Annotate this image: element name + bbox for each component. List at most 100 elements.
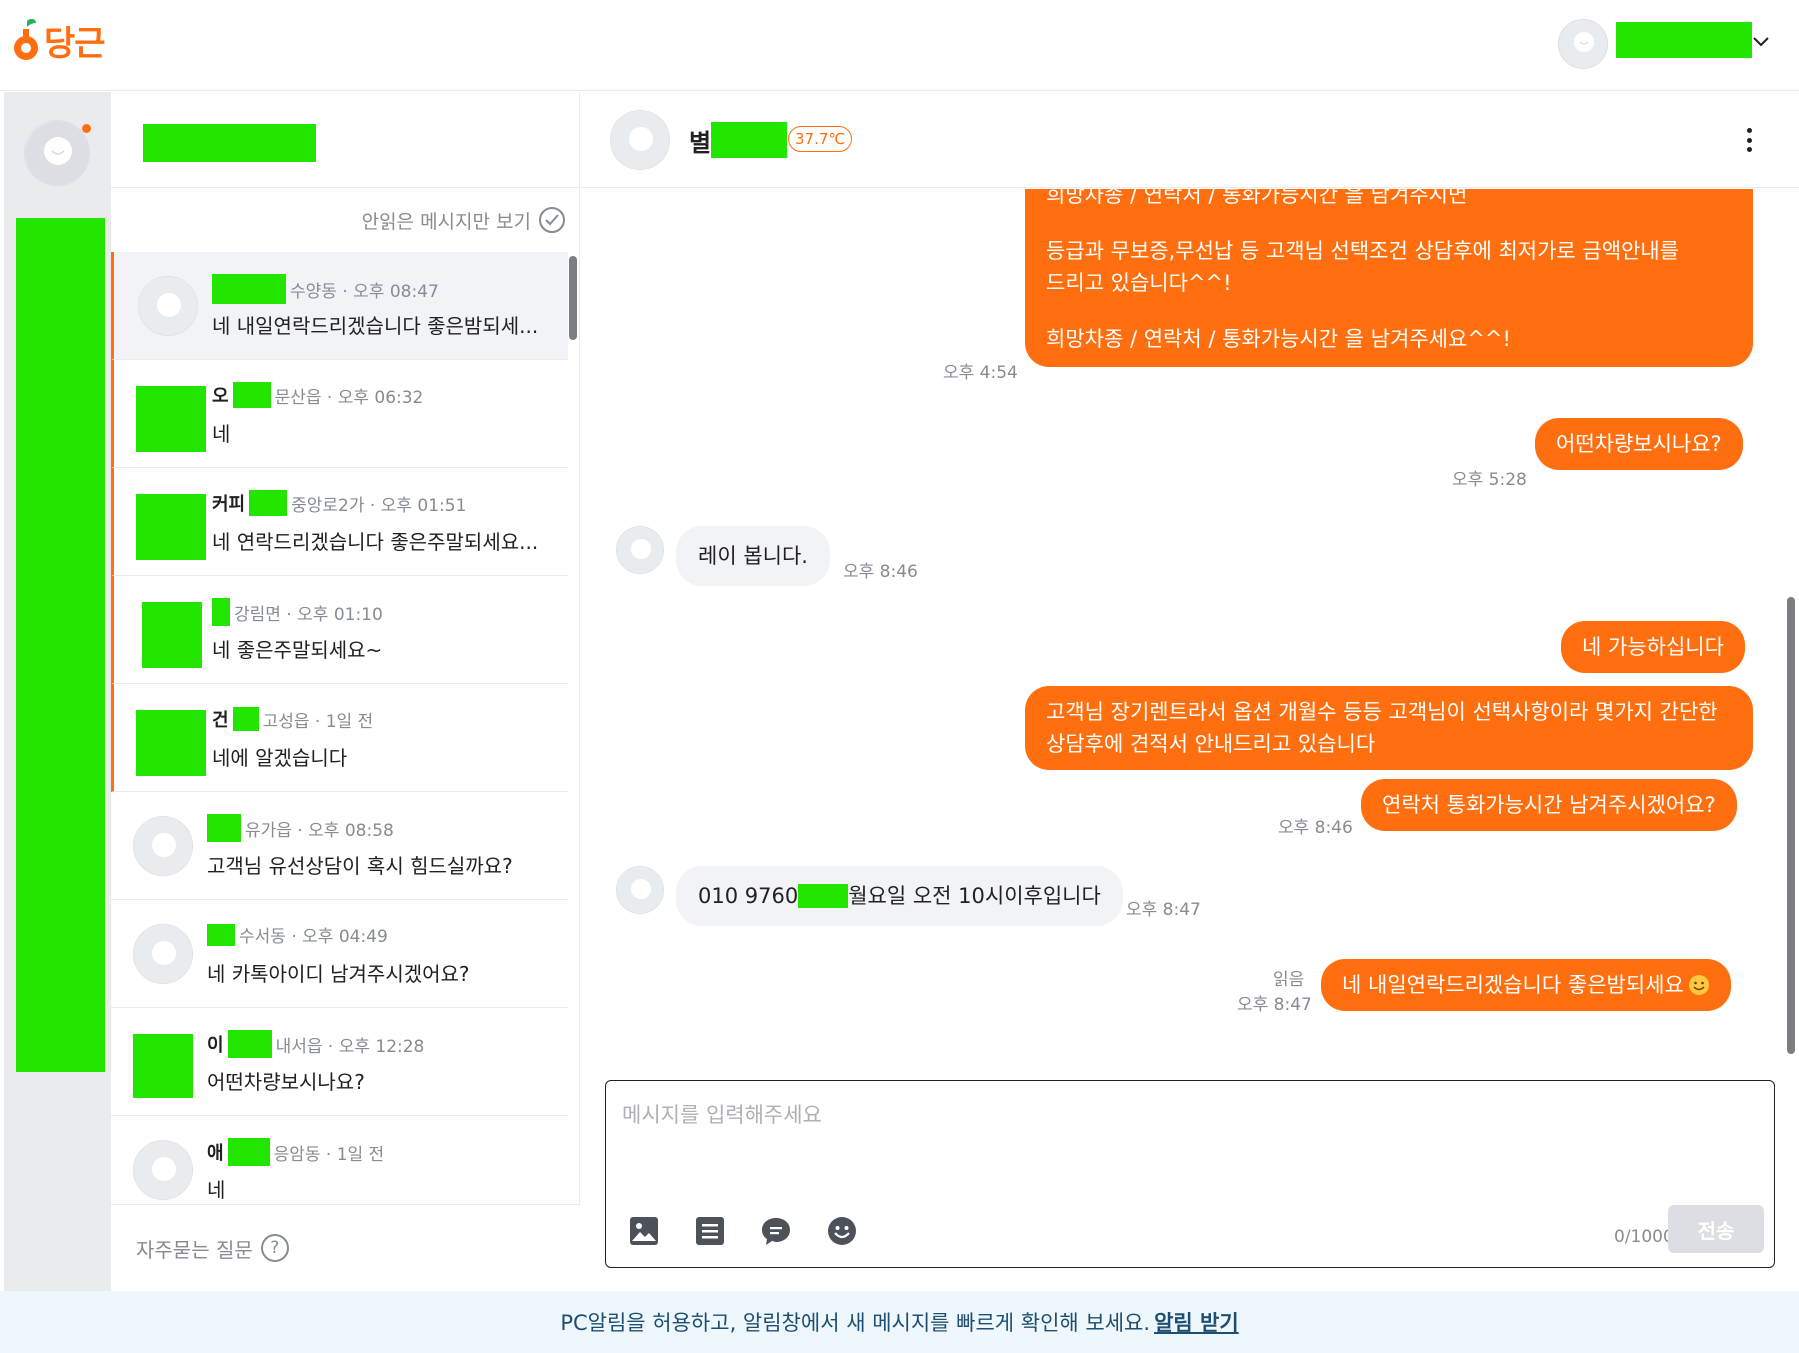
message-time: 오후 8:47 (1237, 995, 1312, 1015)
chat-list-panel: 안읽은 메시지만 보기 수양동 · 오후 08:47 네 내일연락드리겠습니다 … (111, 92, 580, 1291)
message-text: 등급과 무보증,무선납 등 고객님 선택조건 상담후에 최저가로 금액안내를 (1046, 239, 1679, 263)
chat-preview: 네 연락드리겠습니다 좋은주말되세요... (212, 530, 539, 554)
send-button[interactable]: 전송 (1668, 1205, 1764, 1253)
emoji-icon[interactable] (826, 1215, 858, 1247)
logo[interactable]: 당근 (12, 16, 106, 65)
chat-list-item[interactable]: 유가읍 · 오후 08:58 고객님 유선상담이 혹시 힘드실까요? (111, 792, 568, 900)
message-incoming: 레이 봅니다. (676, 526, 830, 586)
message-text: 희망차종 / 연락처 / 통화가능시간 을 남겨주시면 (1046, 189, 1468, 207)
image-icon[interactable] (628, 1215, 660, 1247)
message-time: 오후 8:47 (1126, 900, 1201, 920)
chat-bubble-icon[interactable] (760, 1215, 792, 1247)
notification-dot (82, 124, 91, 133)
chat-list-item[interactable]: 오 문산읍 · 오후 06:32 네 (111, 360, 568, 468)
chat-meta: 수서동 · 오후 04:49 (239, 927, 388, 947)
enable-notifications-link[interactable]: 알림 받기 (1154, 1307, 1239, 1337)
message-time: 오후 8:46 (1278, 818, 1353, 838)
message-text: 고객님 장기렌트라서 옵션 개월수 등등 고객님이 선택사항이라 몇가지 간단한… (1046, 700, 1718, 756)
message-text: 네 내일연락드리겠습니다 좋은밤되세요 (1342, 973, 1684, 997)
chat-name: 오 (212, 386, 229, 407)
chat-list-item[interactable]: 강림면 · 오후 01:10 네 좋은주말되세요~ (111, 576, 568, 684)
name-redacted (207, 923, 235, 946)
template-list-icon[interactable] (694, 1215, 726, 1247)
carrot-icon (12, 17, 40, 65)
unread-filter-label: 안읽은 메시지만 보기 (361, 210, 531, 233)
chat-list-item[interactable]: 수서동 · 오후 04:49 네 카톡아이디 남겨주시겠어요? (111, 900, 568, 1008)
manner-temperature-badge: 37.7℃ (788, 126, 853, 152)
chat-name: 건 (212, 710, 229, 731)
chat-preview: 고객님 유선상담이 혹시 힘드실까요? (207, 854, 513, 878)
message-outgoing: 네 가능하십니다 (1561, 621, 1745, 673)
chat-list[interactable]: 수양동 · 오후 08:47 네 내일연락드리겠습니다 좋은밤되세... 오 문… (111, 252, 580, 1204)
message-input[interactable] (622, 1099, 1752, 1179)
message-outgoing: 어떤차량보시나요? (1535, 418, 1743, 470)
rail-avatar[interactable] (24, 120, 90, 186)
phone-redacted (798, 884, 849, 908)
message-text: 010 9760 (698, 884, 799, 908)
faq-link[interactable]: 자주묻는 질문 ? (111, 1204, 580, 1291)
chat-name: 애 (207, 1143, 224, 1164)
question-icon: ? (260, 1234, 289, 1262)
chat-preview: 네 내일연락드리겠습니다 좋은밤되세... (212, 314, 539, 338)
partner-name-redacted (711, 122, 788, 158)
message-time: 오후 8:46 (843, 562, 918, 582)
chat-list-item[interactable]: 건 고성읍 · 1일 전 네에 알겠습니다 (111, 684, 568, 792)
avatar (138, 276, 198, 336)
faq-label: 자주묻는 질문 (136, 1237, 253, 1262)
profile-name-redacted[interactable] (1616, 22, 1752, 58)
chat-meta: 고성읍 · 1일 전 (262, 711, 374, 732)
avatar-redacted (136, 494, 206, 560)
message-time: 오후 4:54 (943, 363, 1018, 383)
partner-avatar-small (616, 526, 664, 574)
partner-avatar-small (616, 866, 664, 914)
read-receipt: 읽음 (1273, 970, 1305, 990)
avatar (133, 1140, 193, 1200)
profile-avatar[interactable] (1558, 19, 1608, 69)
partner-name-text: 별 (689, 128, 712, 157)
partner-avatar[interactable] (610, 110, 670, 170)
chat-list-item[interactable]: 커피 중앙로2가 · 오후 01:51 네 연락드리겠습니다 좋은주말되세요..… (111, 468, 568, 576)
top-bar: 당근 (0, 0, 1799, 91)
chat-meta: 중앙로2가 · 오후 01:51 (291, 495, 467, 516)
name-redacted (207, 814, 241, 842)
name-redacted (227, 1138, 270, 1166)
avatar-redacted (142, 602, 202, 668)
chat-list-item[interactable]: 이 내서읍 · 오후 12:28 어떤차량보시나요? (111, 1008, 568, 1116)
message-text: 어떤차량보시나요? (1556, 432, 1722, 456)
logo-text: 당근 (44, 24, 106, 64)
message-outgoing: 네 내일연락드리겠습니다 좋은밤되세요 (1321, 959, 1731, 1011)
chat-preview: 네 (212, 422, 231, 446)
composer-tools (628, 1215, 858, 1247)
message-scrollbar[interactable] (1787, 597, 1795, 1054)
user-name-redacted (143, 124, 316, 162)
unread-filter[interactable]: 안읽은 메시지만 보기 (111, 188, 579, 252)
message-list[interactable]: 희망차종 / 연락처 / 통화가능시간 을 남겨주시면 등급과 무보증,무선납 … (581, 189, 1799, 1064)
name-redacted (227, 1030, 272, 1058)
conversation-panel: 별 37.7℃ 희망차종 / 연락처 / 통화가능시간 을 남겨주시면 등급과 … (581, 92, 1799, 1291)
character-counter: 0/1000 (1614, 1227, 1674, 1247)
conversation-header: 별 37.7℃ (581, 92, 1799, 188)
message-incoming: 010 9760 월요일 오전 10시이후입니다 (676, 866, 1123, 926)
chat-meta: 문산읍 · 오후 06:32 (274, 387, 424, 408)
chat-meta: 응암동 · 1일 전 (273, 1144, 385, 1165)
chat-list-item[interactable]: 애 응암동 · 1일 전 네 (111, 1116, 568, 1204)
message-text: 레이 봅니다. (698, 544, 808, 568)
chevron-down-icon[interactable] (1752, 36, 1770, 48)
banner-text: PC알림을 허용하고, 알림창에서 새 메시지를 빠르게 확인해 보세요. (560, 1311, 1151, 1335)
chat-preview: 네에 알겠습니다 (212, 746, 348, 770)
chat-list-scrollbar[interactable] (569, 256, 577, 340)
message-outgoing: 희망차종 / 연락처 / 통화가능시간 을 남겨주시면 등급과 무보증,무선납 … (1025, 189, 1753, 367)
avatar (133, 816, 193, 876)
name-redacted (249, 490, 288, 516)
chat-preview: 네 (207, 1178, 226, 1202)
message-composer: 0/1000 전송 (605, 1080, 1775, 1268)
chat-meta: 내서읍 · 오후 12:28 (275, 1036, 425, 1057)
chat-list-item[interactable]: 수양동 · 오후 08:47 네 내일연락드리겠습니다 좋은밤되세... (111, 252, 568, 360)
chat-list-header (111, 92, 579, 188)
chat-preview: 네 좋은주말되세요~ (212, 638, 383, 662)
message-text: 희망차종 / 연락처 / 통화가능시간 을 남겨주세요^^! (1046, 327, 1511, 351)
more-options-icon[interactable] (1741, 124, 1757, 156)
name-redacted (212, 598, 230, 626)
message-text: 연락처 통화가능시간 남겨주시겠어요? (1382, 793, 1716, 817)
check-circle-icon[interactable] (539, 207, 565, 233)
